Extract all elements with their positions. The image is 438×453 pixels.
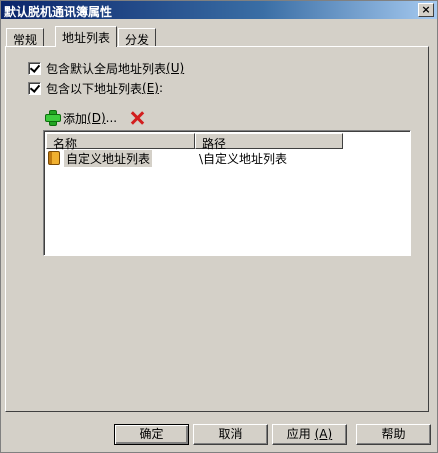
include-following-lists-checkbox[interactable] <box>28 81 41 95</box>
include-default-global-list-option[interactable]: 包含默认全局地址列表 (U) <box>28 60 184 76</box>
add-hotkey: (D) <box>87 111 106 125</box>
list-header: 名称 路径 <box>46 133 343 151</box>
list-item[interactable]: 自定义地址列表 \自定义地址列表 <box>48 149 287 167</box>
list-item-path: \自定义地址列表 <box>199 151 288 166</box>
list-toolbar: 添加 (D) ... <box>45 109 145 127</box>
add-button[interactable]: 添加 (D) ... <box>45 110 117 127</box>
delete-x-icon[interactable] <box>129 110 145 126</box>
column-header-path[interactable]: 路径 <box>195 133 343 151</box>
plus-icon <box>45 110 61 126</box>
include-following-lists-option[interactable]: 包含以下地址列表 (E) : <box>28 80 163 96</box>
list-item-name: 自定义地址列表 <box>64 149 153 167</box>
include-following-lists-suffix: : <box>158 81 164 95</box>
add-label: 添加 <box>63 111 88 126</box>
include-following-lists-hotkey: (E) <box>142 81 159 95</box>
column-header-name[interactable]: 名称 <box>46 133 195 151</box>
include-following-lists-label: 包含以下地址列表 <box>46 81 143 96</box>
add-ellipsis: ... <box>105 111 118 125</box>
panel-content: 包含默认全局地址列表 (U) 包含以下地址列表 (E) : 添加 (D) ...… <box>1 1 437 452</box>
properties-dialog: 默认脱机通讯簿属性 × 常规 地址列表 分发 包含默认全局地址列表 (U) 包含… <box>0 0 438 453</box>
include-default-global-list-hotkey: (U) <box>166 61 185 75</box>
include-default-global-list-label: 包含默认全局地址列表 <box>46 61 167 76</box>
include-default-global-list-checkbox[interactable] <box>28 61 41 75</box>
address-book-icon <box>48 151 60 165</box>
address-list-view[interactable]: 名称 路径 自定义地址列表 \自定义地址列表 <box>43 130 411 256</box>
